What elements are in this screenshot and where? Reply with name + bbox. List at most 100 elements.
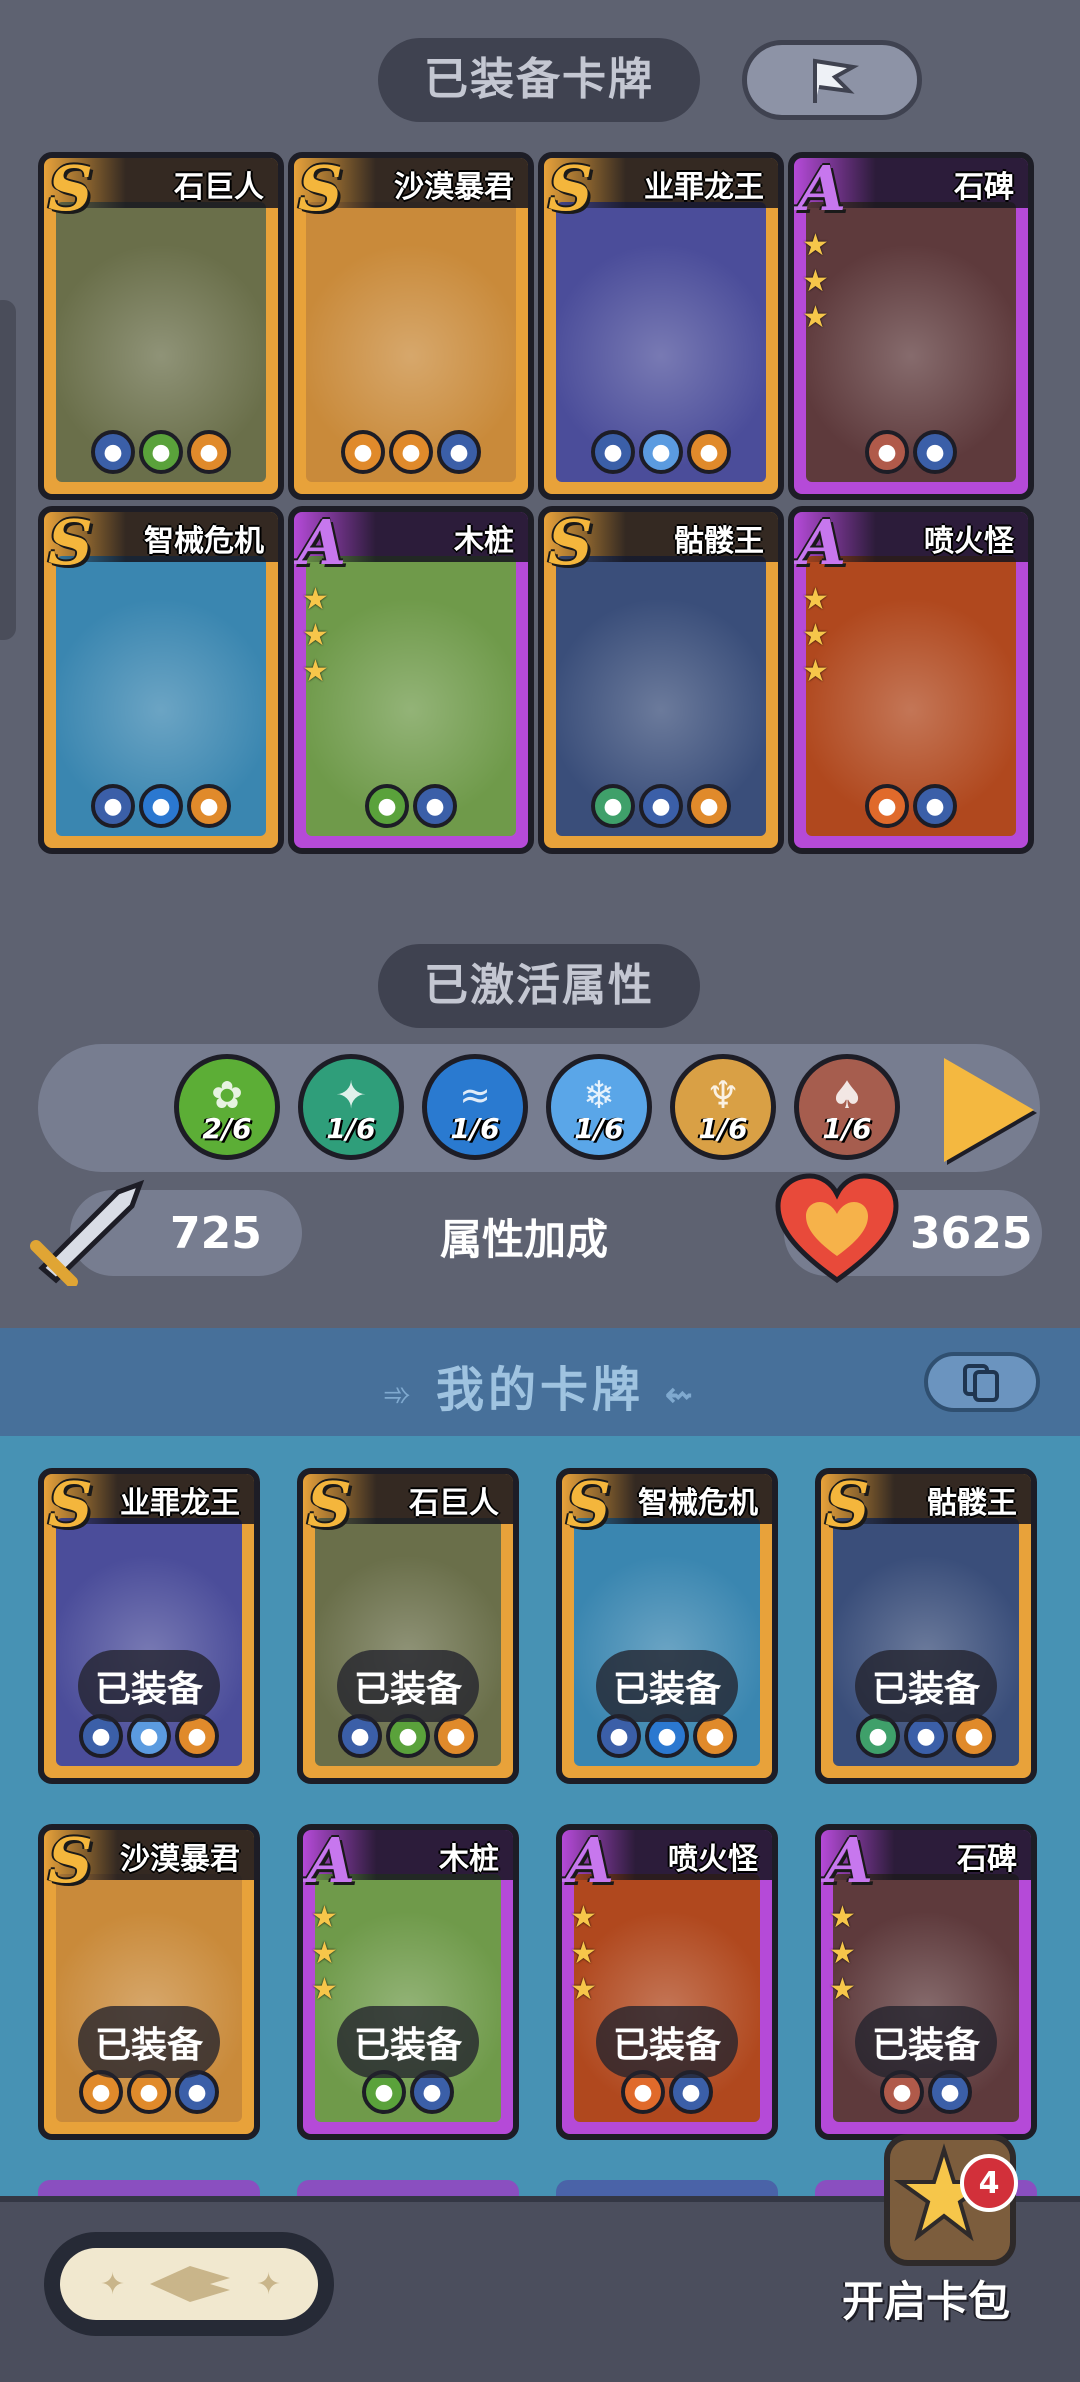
copy-deck-button[interactable] [924, 1352, 1040, 1412]
card-rank: S [298, 152, 343, 225]
card-name: 智械危机 [144, 524, 264, 559]
card-stars: ★ ★ ★ [802, 230, 829, 334]
card-rank: S [48, 1824, 93, 1897]
card-attribute-icons: ● ● [794, 430, 1028, 474]
card-rank: A [825, 1824, 874, 1897]
equipped_cards-card[interactable]: A 喷火怪 ★ ★ ★ ● ● [788, 506, 1034, 854]
my_cards-card[interactable]: A 石碑 ★ ★ ★ ● ● 已装备 [815, 1824, 1037, 2140]
equipped-status-label: 已装备 [595, 1650, 739, 1722]
my_cards-card[interactable]: S 骷髅王 ● ● ● 已装备 [815, 1468, 1037, 1784]
my-cards-title: ➾ 我的卡牌 ⇜ [382, 1362, 698, 1418]
attribute-count: 2/6 [202, 1112, 252, 1145]
cactus-attribute-icon[interactable]: ♆ 1/6 [670, 1054, 776, 1160]
attribute-glyph: ❄ [583, 1073, 615, 1117]
equipped_cards-card[interactable]: S 骷髅王 ● ● ● [538, 506, 784, 854]
attribute-icon: ● [913, 784, 957, 828]
my_cards-card[interactable]: S 业罪龙王 ● ● ● 已装备 [38, 1468, 260, 1784]
star-icon: ★ [802, 228, 829, 263]
squid-attribute-icon[interactable]: ♠ 1/6 [794, 1054, 900, 1160]
attribute-icon: ● [389, 430, 433, 474]
card-rank: A [307, 1824, 356, 1897]
card-rank: A [566, 1824, 615, 1897]
card-attribute-icons: ● ● ● [294, 430, 528, 474]
pack-count-badge: 4 [960, 2154, 1018, 2212]
activated-attributes-title: 已激活属性 [378, 944, 700, 1028]
my_cards-card[interactable]: S 沙漠暴君 ● ● ● 已装备 [38, 1824, 260, 2140]
card-rank: S [825, 1468, 870, 1541]
equipped_cards-card[interactable]: A 石碑 ★ ★ ★ ● ● [788, 152, 1034, 500]
attribute-icon: ● [139, 784, 183, 828]
equipped_cards-card[interactable]: S 沙漠暴君 ● ● ● [288, 152, 534, 500]
attribute-glyph: ♠ [829, 1073, 865, 1117]
wave-attribute-icon[interactable]: ≈1/6 [422, 1054, 528, 1160]
flag-button[interactable] [742, 40, 922, 120]
card-name: 木桩 [454, 524, 514, 559]
health-value: 3625 [910, 1207, 1033, 1259]
star-icon: ★ [311, 1972, 338, 2007]
attribute-icon: ● [437, 430, 481, 474]
equipped_cards-card[interactable]: S 智械危机 ● ● ● [38, 506, 284, 854]
card-rank: S [548, 506, 593, 579]
card-rank: S [566, 1468, 611, 1541]
attribute-icon: ● [139, 430, 183, 474]
attribute-icon: ● [365, 784, 409, 828]
card-rank: S [48, 506, 93, 579]
equipped_cards-card[interactable]: S 业罪龙王 ● ● ● [538, 152, 784, 500]
my_cards-card[interactable]: S 石巨人 ● ● ● 已装备 [297, 1468, 519, 1784]
equipped-status-label: 已装备 [77, 2006, 221, 2078]
star-icon: ★ [829, 1936, 856, 1971]
sword-icon [30, 1179, 145, 1286]
card-name: 业罪龙王 [644, 170, 764, 205]
attribute-icon: ● [865, 784, 909, 828]
thorn-attribute-icon[interactable]: ✦ 1/6 [298, 1054, 404, 1160]
heart-icon [775, 1173, 899, 1284]
card-rank: S [307, 1468, 352, 1541]
attribute-icon: ● [591, 784, 635, 828]
equipped_cards-card[interactable]: S 石巨人 ● ● ● [38, 152, 284, 500]
attribute-glyph: ✿ [211, 1073, 243, 1117]
my-cards-title-text: 我的卡牌 [435, 1362, 644, 1418]
side-drawer-tab[interactable] [0, 300, 16, 640]
attribute-icon: ● [687, 784, 731, 828]
attribute-icon: ● [865, 430, 909, 474]
attribute-icon: ● [91, 784, 135, 828]
attribute-icon: ● [91, 430, 135, 474]
ice-attribute-icon[interactable]: ❄ 1/6 [546, 1054, 652, 1160]
attribute-count: 1/6 [574, 1112, 624, 1145]
next-arrow-button[interactable] [944, 1058, 1034, 1162]
svg-text:✦: ✦ [100, 2267, 125, 2302]
card-attribute-icons: ● ● ● [544, 430, 778, 474]
star-icon: ★ [302, 618, 329, 653]
my_cards-card[interactable]: S 智械危机 ● ● ● 已装备 [556, 1468, 778, 1784]
equipped-status-label: 已装备 [595, 2006, 739, 2078]
equipped-cards-title: 已装备卡牌 [378, 38, 700, 122]
equipped-status-label: 已装备 [854, 2006, 998, 2078]
attribute-icon: ● [187, 784, 231, 828]
card-peek [297, 2180, 519, 2196]
attribute-bonus-label[interactable]: 属性加成 [440, 1206, 608, 1267]
star-icon: ★ [829, 1972, 856, 2007]
attribute-glyph: ≈ [459, 1073, 491, 1117]
back-button[interactable]: ✦ ✦ [60, 2248, 318, 2320]
star-icon: ★ [570, 1972, 597, 2007]
equipped-status-label: 已装备 [854, 1650, 998, 1722]
equipped_cards-card[interactable]: A 木桩 ★ ★ ★ ● ● [288, 506, 534, 854]
card-attribute-icons: ● ● ● [44, 784, 278, 828]
card-name: 石巨人 [174, 170, 264, 205]
grass-attribute-icon[interactable]: ✿ 2/6 [174, 1054, 280, 1160]
open-pack-button[interactable]: 开启卡包 [842, 2268, 1010, 2329]
star-icon: ★ [302, 582, 329, 617]
my_cards-card[interactable]: A 木桩 ★ ★ ★ ● ● 已装备 [297, 1824, 519, 2140]
attribute-icon: ● [639, 784, 683, 828]
my_cards-card[interactable]: A 喷火怪 ★ ★ ★ ● ● 已装备 [556, 1824, 778, 2140]
attribute-icon: ● [187, 430, 231, 474]
star-icon: ★ [802, 582, 829, 617]
attribute-icon: ● [687, 430, 731, 474]
card-name: 喷火怪 [668, 1842, 758, 1877]
card-rank: A [298, 506, 347, 579]
card-stars: ★ ★ ★ [311, 1902, 338, 2006]
attribute-count: 1/6 [698, 1112, 748, 1145]
equipped-status-label: 已装备 [336, 2006, 480, 2078]
card-peek [556, 2180, 778, 2196]
wing-back-icon: ✦ ✦ [100, 2266, 281, 2302]
